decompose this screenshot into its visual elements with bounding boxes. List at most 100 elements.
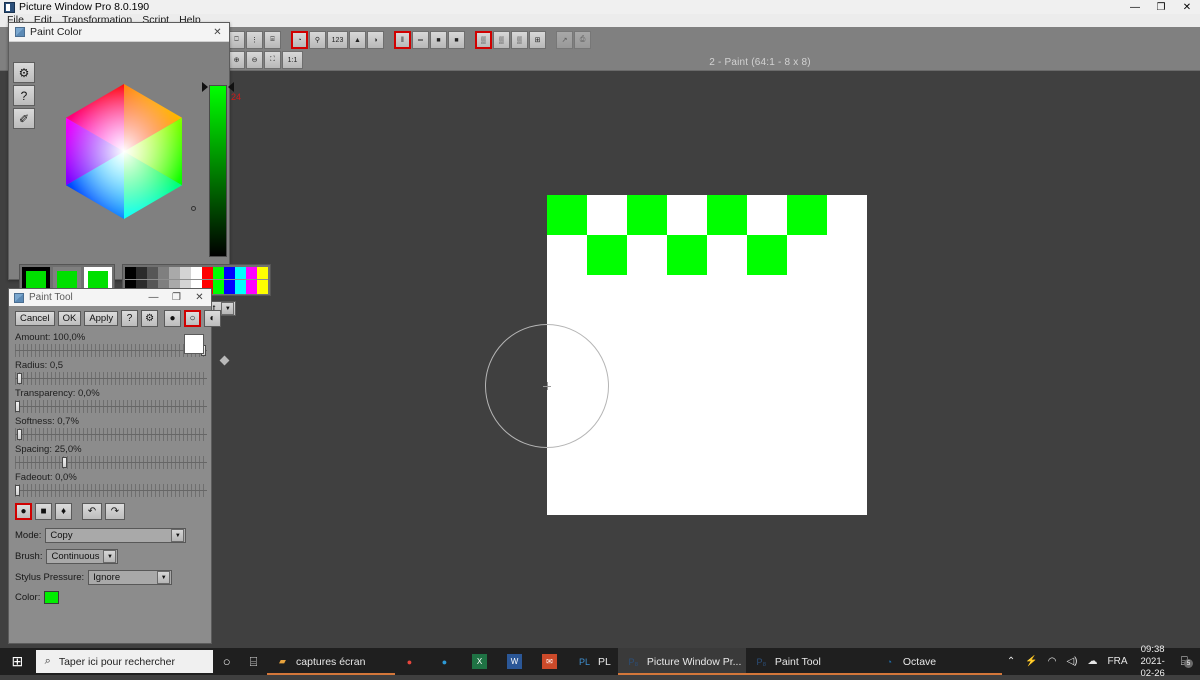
radius-slider-track[interactable]: [15, 372, 207, 385]
brush-dark-icon[interactable]: ●: [164, 310, 181, 327]
color-picker-marker[interactable]: [191, 206, 196, 211]
paint-tool-minimize-button[interactable]: —: [142, 288, 165, 307]
ok-button[interactable]: OK: [58, 311, 82, 326]
color-ramp-cell[interactable]: [213, 267, 224, 294]
list-tool[interactable]: ⋮: [246, 31, 263, 49]
split-horizontal-tool[interactable]: ═: [412, 31, 429, 49]
mode-select[interactable]: Copy ▼: [45, 528, 186, 543]
numbers-123-tool[interactable]: 123: [327, 31, 348, 49]
brush-light-icon[interactable]: ○: [184, 310, 201, 327]
split-vertical-tool[interactable]: ‖: [394, 31, 411, 49]
brush-half-icon[interactable]: ◐: [204, 310, 221, 327]
maximize-button[interactable]: ❐: [1148, 0, 1174, 14]
taskbar-octave[interactable]: ◔Octave: [874, 648, 1002, 675]
brush-select[interactable]: Continuous ▼: [46, 549, 118, 564]
taskbar-pl[interactable]: PLPL: [570, 648, 618, 675]
cancel-button[interactable]: Cancel: [15, 311, 55, 326]
wifi-icon[interactable]: ◠: [1043, 656, 1062, 667]
softness-slider[interactable]: Softness: 0,7%: [15, 416, 207, 441]
canvas-pixel[interactable]: [627, 195, 667, 235]
chevron-down-icon[interactable]: ▼: [171, 529, 184, 542]
magnifier-tool[interactable]: ⚲: [309, 31, 326, 49]
show-hidden-icons-button[interactable]: ⌃: [1002, 656, 1020, 667]
apply-button[interactable]: Apply: [84, 311, 118, 326]
spacing-slider-track[interactable]: [15, 456, 207, 469]
palette-tool[interactable]: ◑: [367, 31, 384, 49]
taskbar-chrome[interactable]: ●: [395, 648, 430, 675]
value-bar-right-arrow[interactable]: [228, 82, 234, 92]
paint-tool-close-button[interactable]: ✕: [188, 288, 211, 307]
taskbar-picture-window-pro[interactable]: P₈Picture Window Pr...: [618, 648, 746, 675]
settings-gear-icon[interactable]: ⚙: [13, 62, 35, 83]
fit-window-tool[interactable]: ⛶: [264, 51, 281, 69]
canvas-pixel[interactable]: [787, 195, 827, 235]
taskbar-word[interactable]: W: [500, 648, 535, 675]
canvas-pixel[interactable]: [747, 235, 787, 275]
checker-light-tool[interactable]: ▒: [511, 31, 528, 49]
color-ramp-cell[interactable]: [235, 267, 246, 294]
canvas-pixel[interactable]: [667, 235, 707, 275]
curve-tool[interactable]: ↗: [556, 31, 573, 49]
checker-gray-tool[interactable]: ▒: [475, 31, 492, 49]
transparency-slider-thumb[interactable]: [15, 401, 20, 412]
close-button[interactable]: ✕: [1174, 0, 1200, 14]
color-hexagon-picker[interactable]: [46, 84, 202, 219]
radius-slider[interactable]: Radius: 0,5: [15, 360, 207, 385]
taskbar-paint-tool[interactable]: P₈Paint Tool: [746, 648, 874, 675]
taskbar-edge[interactable]: ●: [430, 648, 465, 675]
chevron-down-icon[interactable]: ▼: [103, 550, 116, 563]
taskbar-captures-ecran[interactable]: ▰captures écran: [267, 648, 395, 675]
gradient-left-tool[interactable]: ■: [430, 31, 447, 49]
paint-brush-tool[interactable]: ◔: [291, 31, 308, 49]
pixel-canvas[interactable]: [547, 195, 867, 515]
radius-slider-thumb[interactable]: [17, 373, 22, 384]
canvas-pixel[interactable]: [707, 195, 747, 235]
fadeout-slider-track[interactable]: [15, 484, 207, 497]
softness-slider-thumb[interactable]: [17, 429, 22, 440]
fadeout-slider[interactable]: Fadeout: 0,0%: [15, 472, 207, 497]
volume-icon[interactable]: ◁): [1061, 656, 1082, 667]
language-indicator[interactable]: FRA: [1102, 656, 1132, 667]
chevron-down-icon[interactable]: ▼: [157, 571, 170, 584]
zoom-out-tool[interactable]: ⊖: [246, 51, 263, 69]
paint-tool-maximize-button[interactable]: ❐: [165, 288, 188, 307]
help-question-icon[interactable]: ?: [121, 310, 138, 327]
chevron-down-icon[interactable]: ▼: [221, 302, 234, 315]
brightness-value-bar[interactable]: [209, 85, 227, 257]
gradient-right-tool[interactable]: ■: [448, 31, 465, 49]
notifications-button[interactable]: ⌸ 5: [1173, 654, 1196, 669]
value-bar-left-arrow[interactable]: [202, 82, 208, 92]
eyedropper-icon[interactable]: ✐: [13, 108, 35, 129]
canvas-pixel[interactable]: [587, 235, 627, 275]
panel-tool[interactable]: ⌸: [264, 31, 281, 49]
amount-slider[interactable]: Amount: 100,0%: [15, 332, 207, 357]
color-ramp-cell[interactable]: [257, 267, 268, 294]
start-button[interactable]: ⊞: [0, 648, 35, 675]
softness-slider-track[interactable]: [15, 428, 207, 441]
paint-color-close-button[interactable]: ✕: [206, 23, 229, 42]
print-tool[interactable]: ⎙: [574, 31, 591, 49]
amount-slider-track[interactable]: [15, 344, 207, 357]
task-view-button[interactable]: ⌸: [240, 648, 267, 675]
transparency-slider[interactable]: Transparency: 0,0%: [15, 388, 207, 413]
color-ramp-cell[interactable]: [246, 267, 257, 294]
redo-icon[interactable]: ↷: [105, 503, 125, 520]
transparency-slider-track[interactable]: [15, 400, 207, 413]
canvas-pixel[interactable]: [547, 195, 587, 235]
spacing-slider[interactable]: Spacing: 25,0%: [15, 444, 207, 469]
zoom-actual-tool[interactable]: 1:1: [282, 51, 303, 69]
color-chip[interactable]: [44, 591, 59, 604]
grid-tool[interactable]: ⊞: [529, 31, 546, 49]
search-input[interactable]: ⌕ Taper ici pour rechercher: [36, 650, 214, 673]
settings-gear-icon[interactable]: ⚙: [141, 310, 158, 327]
histogram-tool[interactable]: ▲: [349, 31, 366, 49]
taskbar-outlook[interactable]: ✉: [535, 648, 570, 675]
stylus-pressure-select[interactable]: Ignore ▼: [88, 570, 172, 585]
battery-icon[interactable]: ⚡: [1020, 656, 1042, 667]
clock[interactable]: 09:38 2021-02-26: [1132, 644, 1172, 680]
fadeout-slider-thumb[interactable]: [15, 485, 20, 496]
spacing-slider-thumb[interactable]: [62, 457, 67, 468]
undo-icon[interactable]: ↶: [82, 503, 102, 520]
help-question-icon[interactable]: ?: [13, 85, 35, 106]
diamond-brush-icon[interactable]: ♦: [55, 503, 72, 520]
